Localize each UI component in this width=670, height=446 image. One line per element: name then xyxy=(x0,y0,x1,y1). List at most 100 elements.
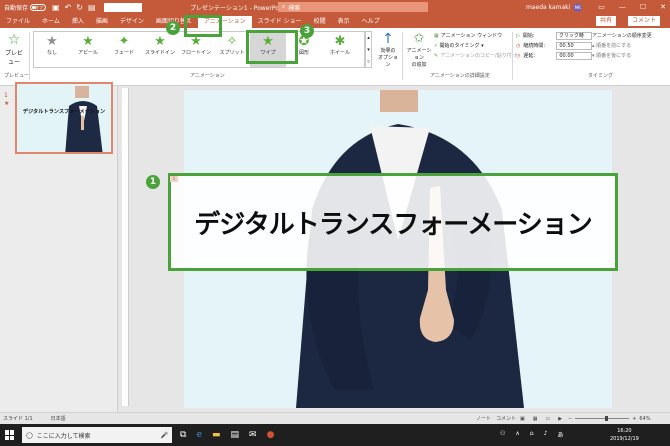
animation-painter-button[interactable]: ✎ アニメーションのコピー/貼り付け xyxy=(434,51,517,61)
thumbnail-title: デジタルトランスフォーメーション xyxy=(22,109,106,115)
animation-split[interactable]: ✧ スプリット xyxy=(214,32,250,67)
store-icon[interactable]: ▤ xyxy=(231,430,240,440)
tab-home[interactable]: ホーム xyxy=(36,16,66,28)
mail-icon[interactable]: ✉ xyxy=(249,430,257,440)
sorter-view-icon[interactable]: ▦ xyxy=(533,416,538,422)
thumbnail-number: 1 xyxy=(4,92,8,99)
qat-customize-field[interactable] xyxy=(103,2,142,12)
network-icon[interactable]: ⌂ xyxy=(530,430,534,439)
tab-design[interactable]: デザイン xyxy=(114,16,150,28)
taskbar-apps: ⧉ e ▬ ▤ ✉ ● xyxy=(180,430,274,440)
slide-thumbnail[interactable]: デジタルトランスフォーメーション xyxy=(15,82,113,154)
share-button[interactable]: 共有 xyxy=(596,16,617,26)
edge-icon[interactable]: e xyxy=(196,430,202,440)
move-earlier-button[interactable]: ▴ 順番を前にする xyxy=(592,41,652,51)
lightning-icon: ⚡ xyxy=(434,43,438,49)
zoom-slider[interactable] xyxy=(575,416,630,421)
tab-help[interactable]: ヘルプ xyxy=(356,16,386,28)
taskbar-search-placeholder: ここに入力して検索 xyxy=(36,432,91,440)
move-later-button[interactable]: ▾ 順番を後にする xyxy=(592,51,652,61)
autosave-label: 自動保存 xyxy=(4,4,29,12)
preview-button[interactable]: ☆ プレビュー xyxy=(3,32,25,66)
tab-insert[interactable]: 挿入 xyxy=(66,16,90,28)
slide-counter: スライド 1/1 xyxy=(3,416,33,422)
system-tray: ⚇ ∧ ⌂ ♪ あ xyxy=(500,430,563,439)
zoom-out-icon[interactable]: − xyxy=(568,416,572,422)
animation-pane-button[interactable]: ▦ アニメーション ウィンドウ xyxy=(434,31,517,41)
ime-indicator[interactable]: あ xyxy=(557,430,563,439)
notes-button[interactable]: ノート xyxy=(476,415,491,422)
animation-group-label: アニメーション xyxy=(190,73,225,79)
zoom-slider-thumb[interactable] xyxy=(605,416,609,421)
callout-highlight-wipe xyxy=(246,30,298,64)
duration-stepper[interactable]: 00.50 xyxy=(556,42,593,50)
zoom-level[interactable]: 64% xyxy=(639,416,650,422)
start-select[interactable]: クリック時 xyxy=(555,32,592,40)
taskbar-search-input[interactable]: ◯ ここに入力して検索 🎤 xyxy=(22,427,172,443)
gallery-scroll[interactable]: ▴ ▾ ▿ xyxy=(365,31,372,68)
autosave-toggle[interactable]: 自動保存 オフ xyxy=(4,3,47,12)
add-animation-button[interactable]: ✩ アニメーション の追加 xyxy=(405,31,433,68)
windows-start-icon[interactable] xyxy=(5,430,15,440)
normal-view-icon[interactable]: ▣ xyxy=(520,416,525,422)
animation-pane-icon: ▦ xyxy=(434,33,439,39)
comment-button[interactable]: コメント xyxy=(628,16,661,26)
animation-wheel[interactable]: ✱ ホイール xyxy=(322,32,358,67)
people-icon[interactable]: ⚇ xyxy=(500,430,505,439)
tab-file[interactable]: ファイル xyxy=(0,16,36,28)
reorder-panel: アニメーションの順序変更 ▴ 順番を前にする ▾ 順番を後にする xyxy=(592,31,652,61)
trigger-button[interactable]: ⚡ 開始のタイミング ▾ xyxy=(434,41,517,51)
callout-badge-1: 1 xyxy=(146,175,160,189)
tray-chevron-icon[interactable]: ∧ xyxy=(515,430,519,439)
user-account[interactable]: maeda kamaki MK xyxy=(526,2,583,12)
maximize-icon[interactable]: ☐ xyxy=(640,3,646,11)
microphone-icon[interactable]: 🎤 xyxy=(161,432,168,439)
timing-group-label: タイミング xyxy=(588,73,614,79)
thumbnail-person-image xyxy=(65,86,103,152)
animation-none[interactable]: ★ なし xyxy=(34,32,70,67)
animation-star-icon: ✧ xyxy=(226,34,238,49)
slide-title-placeholder[interactable]: デジタルトランスフォーメーション xyxy=(168,173,618,271)
autosave-switch[interactable]: オフ xyxy=(30,3,47,11)
slideshow-view-icon[interactable]: ▶ xyxy=(558,416,562,422)
cortana-circle-icon: ◯ xyxy=(26,431,33,439)
divider xyxy=(402,32,403,80)
save-icon[interactable]: ▣ xyxy=(52,3,60,12)
play-icon: ▷ xyxy=(516,33,520,39)
animation-star-icon: ✦ xyxy=(118,34,130,49)
reading-view-icon[interactable]: ▭ xyxy=(545,416,550,422)
animation-appear[interactable]: ★ アピール xyxy=(70,32,106,67)
avatar: MK xyxy=(573,2,583,12)
animation-float-in[interactable]: ★ フロートイン xyxy=(178,32,214,67)
animation-star-icon: ★ xyxy=(82,34,94,49)
effect-options-button[interactable]: ↑ 効果の オプション xyxy=(376,31,400,68)
taskbar-clock[interactable]: 16:20 2019/12/19 xyxy=(610,427,639,443)
present-icon[interactable]: ▤ xyxy=(88,3,96,12)
search-input[interactable]: ⌕ 検索 xyxy=(278,2,428,12)
volume-icon[interactable]: ♪ xyxy=(544,430,548,439)
thumbnail-animation-star-icon: ★ xyxy=(4,100,10,107)
quick-access-toolbar: ▣ ↶ ↻ ▤ xyxy=(52,3,96,12)
explorer-icon[interactable]: ▬ xyxy=(212,430,221,440)
divider xyxy=(512,32,513,80)
animation-fly-in[interactable]: ★ スライドイン xyxy=(142,32,178,67)
tab-view[interactable]: 表示 xyxy=(332,16,356,28)
undo-icon[interactable]: ↶ xyxy=(65,3,72,12)
tab-draw[interactable]: 描画 xyxy=(90,16,114,28)
delay-stepper[interactable]: 00.00 xyxy=(556,52,593,60)
search-icon: ⌕ xyxy=(282,3,286,10)
animation-fade[interactable]: ✦ フェード xyxy=(106,32,142,67)
zoom-in-icon[interactable]: + xyxy=(632,416,636,422)
powerpoint-icon[interactable]: ● xyxy=(267,430,275,440)
clock-time: 16:20 xyxy=(617,428,632,434)
redo-icon[interactable]: ↻ xyxy=(76,3,83,12)
close-icon[interactable]: ✕ xyxy=(660,3,666,11)
minimize-icon[interactable]: — xyxy=(619,3,626,11)
tab-slideshow[interactable]: スライド ショー xyxy=(252,16,308,28)
animation-star-icon: ✱ xyxy=(334,34,346,49)
language-indicator[interactable]: 日本語 xyxy=(51,415,66,422)
add-animation-label: アニメーション の追加 xyxy=(406,48,432,68)
ribbon-display-icon[interactable]: ▭ xyxy=(598,3,605,11)
task-view-icon[interactable]: ⧉ xyxy=(180,430,186,440)
comments-button[interactable]: コメント xyxy=(496,415,516,422)
